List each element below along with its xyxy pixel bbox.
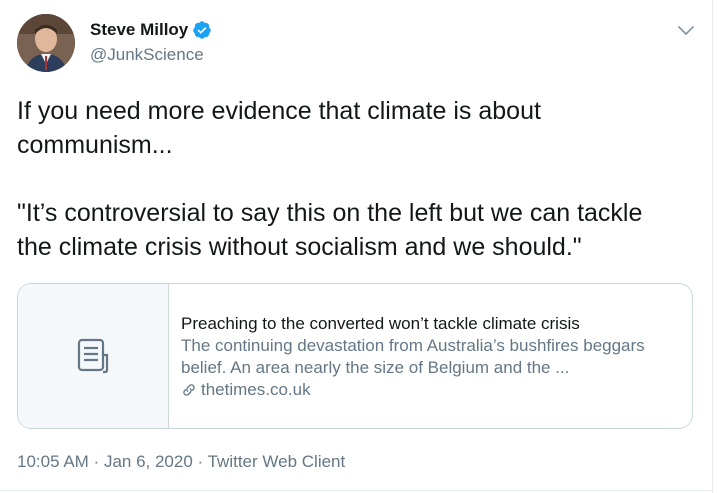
chevron-down-icon[interactable] [676, 24, 696, 38]
tweet: Steve Milloy @JunkScience If you need mo… [0, 0, 712, 493]
verified-badge-icon [193, 21, 212, 39]
avatar-image [17, 14, 75, 72]
tweet-text: If you need more evidence that climate i… [17, 97, 643, 261]
tweet-date[interactable]: Jan 6, 2020 [104, 452, 193, 471]
card-media [18, 284, 169, 428]
card-body: Preaching to the converted won’t tackle … [169, 284, 681, 428]
author-name-row[interactable]: Steve Milloy [90, 20, 212, 40]
author-handle[interactable]: @JunkScience [90, 45, 204, 65]
divider [0, 490, 712, 491]
avatar[interactable] [17, 14, 75, 72]
tweet-metadata: 10:05 AM · Jan 6, 2020 · Twitter Web Cli… [17, 452, 345, 472]
meta-separator: · [88, 452, 104, 471]
link-icon [183, 384, 195, 396]
card-description: The continuing devastation from Australi… [181, 336, 645, 377]
tweet-source[interactable]: Twitter Web Client [208, 452, 346, 471]
link-card[interactable]: Preaching to the converted won’t tackle … [17, 283, 693, 429]
meta-separator: · [192, 452, 208, 471]
tweet-time[interactable]: 10:05 AM [17, 452, 89, 471]
document-icon [77, 338, 109, 374]
card-link-row: thetimes.co.uk [181, 379, 681, 401]
border-edge [712, 0, 713, 493]
card-domain: thetimes.co.uk [201, 380, 311, 399]
author-name[interactable]: Steve Milloy [90, 20, 188, 40]
card-title: Preaching to the converted won’t tackle … [181, 314, 580, 333]
